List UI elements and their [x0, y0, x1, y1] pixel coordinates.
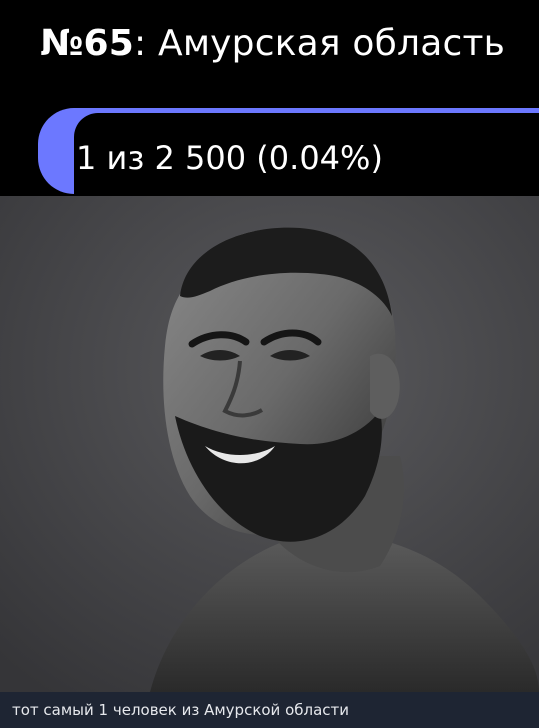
page-title: №65: Амурская область: [40, 22, 505, 66]
rank-number: №65: [40, 23, 135, 64]
header-area: №65: Амурская область 1 из 2 500 (0.04%): [0, 0, 539, 196]
region-name: : Амурская область: [134, 23, 506, 64]
progress-label: 1 из 2 500 (0.04%): [76, 139, 383, 177]
caption-text: тот самый 1 человек из Амурской области: [12, 701, 350, 719]
meme-photo: [0, 196, 539, 692]
caption-bar: тот самый 1 человек из Амурской области: [0, 692, 539, 728]
